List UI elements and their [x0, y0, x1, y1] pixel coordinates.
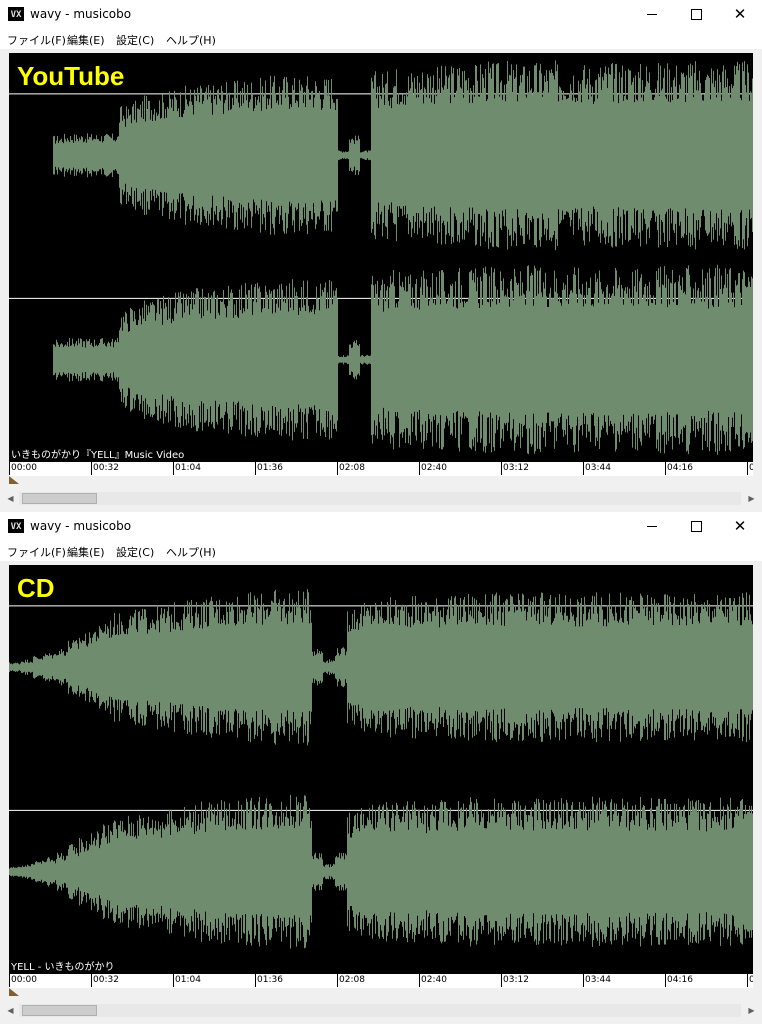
timeline-label: 00:32 — [93, 975, 119, 985]
timeline-label: 00:00 — [11, 463, 37, 473]
timeline-tick — [583, 462, 584, 475]
timeline-tick — [419, 974, 420, 987]
waveform-view[interactable]: CD YELL - いきものがかり — [9, 565, 753, 974]
timeline-tick — [501, 462, 502, 475]
app-window-cd: VX wavy - musicobo ✕ ファイル(F) 編集(E) 設定(C)… — [0, 512, 762, 1024]
menu-help[interactable]: ヘルプ(H) — [166, 32, 216, 48]
timeline-label: 03:44 — [585, 975, 611, 985]
scroll-track[interactable] — [19, 1004, 741, 1017]
maximize-icon — [690, 521, 702, 532]
timeline-label: 01:04 — [175, 975, 201, 985]
source-label: YouTube — [17, 61, 125, 91]
timeline-label: 00:32 — [93, 463, 119, 473]
timeline-tick — [91, 462, 92, 475]
horizontal-scrollbar[interactable]: ◀ ▶ — [0, 490, 762, 507]
maximize-button[interactable] — [674, 512, 718, 541]
timeline-tick — [255, 462, 256, 475]
menu-bar: ファイル(F) 編集(E) 設定(C) ヘルプ(H) — [0, 541, 762, 561]
minimize-icon — [647, 14, 657, 15]
timeline-label: 02:40 — [421, 975, 447, 985]
waveform-canvas — [9, 60, 753, 455]
source-label: CD — [17, 573, 55, 603]
menu-edit[interactable]: 編集(E) — [67, 32, 105, 48]
menu-edit[interactable]: 編集(E) — [67, 544, 105, 560]
waveform-canvas — [9, 589, 753, 949]
timeline-tick — [501, 974, 502, 987]
timeline-label: 02:08 — [339, 463, 365, 473]
scroll-left-icon[interactable]: ◀ — [2, 490, 19, 507]
timeline-tick — [583, 974, 584, 987]
timeline-label: 00:00 — [11, 975, 37, 985]
timeline-tick — [747, 974, 748, 987]
timeline-tick — [9, 974, 10, 987]
timeline-tick — [419, 462, 420, 475]
timeline-label: 04 — [749, 463, 753, 473]
maximize-button[interactable] — [674, 0, 718, 29]
menu-file[interactable]: ファイル(F) — [7, 544, 66, 560]
app-icon[interactable]: VX — [8, 519, 24, 533]
playhead-marker[interactable] — [9, 988, 19, 996]
timeline-label: 01:36 — [257, 975, 283, 985]
title-bar[interactable]: VX wavy - musicobo ✕ — [0, 0, 762, 29]
timeline-tick — [9, 462, 10, 475]
scroll-left-icon[interactable]: ◀ — [2, 1002, 19, 1019]
menu-settings[interactable]: 設定(C) — [116, 32, 154, 48]
close-icon: ✕ — [733, 517, 747, 535]
maximize-icon — [690, 9, 702, 20]
timeline-tick — [337, 462, 338, 475]
horizontal-scrollbar[interactable]: ◀ ▶ — [0, 1002, 762, 1019]
timeline-label: 04:16 — [667, 463, 693, 473]
timeline-tick — [665, 462, 666, 475]
menu-bar: ファイル(F) 編集(E) 設定(C) ヘルプ(H) — [0, 29, 762, 49]
title-bar[interactable]: VX wavy - musicobo ✕ — [0, 512, 762, 541]
timeline-label: 04 — [749, 975, 753, 985]
timeline-label: 01:36 — [257, 463, 283, 473]
close-icon: ✕ — [733, 5, 747, 23]
window-title: wavy - musicobo — [30, 519, 132, 533]
timeline-tick — [173, 462, 174, 475]
menu-file[interactable]: ファイル(F) — [7, 32, 66, 48]
playhead-marker[interactable] — [9, 476, 19, 484]
scroll-right-icon[interactable]: ▶ — [743, 490, 760, 507]
timeline-tick — [747, 462, 748, 475]
timeline-label: 03:44 — [585, 463, 611, 473]
timeline-ruler[interactable]: 00:00 00:32 01:04 01:36 02:08 02:40 03:12 03:44… — [9, 974, 753, 988]
app-window-youtube: VX wavy - musicobo ✕ ファイル(F) 編集(E) 設定(C)… — [0, 0, 762, 512]
timeline-tick — [665, 974, 666, 987]
close-button[interactable]: ✕ — [718, 0, 762, 29]
timeline-label: 03:12 — [503, 463, 529, 473]
timeline-label: 04:16 — [667, 975, 693, 985]
timeline-label: 02:08 — [339, 975, 365, 985]
scroll-thumb[interactable] — [22, 1005, 97, 1016]
waveform-view[interactable]: YouTube いきものがかり『YELL』Music Video — [9, 53, 753, 462]
minimize-button[interactable] — [630, 512, 674, 541]
close-button[interactable]: ✕ — [718, 512, 762, 541]
scroll-right-icon[interactable]: ▶ — [743, 1002, 760, 1019]
window-title: wavy - musicobo — [30, 7, 132, 21]
minimize-button[interactable] — [630, 0, 674, 29]
timeline-ruler[interactable]: 00:00 00:32 01:04 01:36 02:08 02:40 03:12 03:44… — [9, 462, 753, 476]
timeline-label: 03:12 — [503, 975, 529, 985]
scroll-track[interactable] — [19, 492, 741, 505]
menu-help[interactable]: ヘルプ(H) — [166, 544, 216, 560]
timeline-tick — [255, 974, 256, 987]
timeline-tick — [91, 974, 92, 987]
scroll-thumb[interactable] — [22, 493, 97, 504]
minimize-icon — [647, 526, 657, 527]
menu-settings[interactable]: 設定(C) — [116, 544, 154, 560]
track-name: いきものがかり『YELL』Music Video — [11, 450, 185, 461]
app-icon[interactable]: VX — [8, 7, 24, 21]
timeline-tick — [337, 974, 338, 987]
track-name: YELL - いきものがかり — [11, 962, 115, 973]
timeline-label: 01:04 — [175, 463, 201, 473]
timeline-tick — [173, 974, 174, 987]
timeline-label: 02:40 — [421, 463, 447, 473]
